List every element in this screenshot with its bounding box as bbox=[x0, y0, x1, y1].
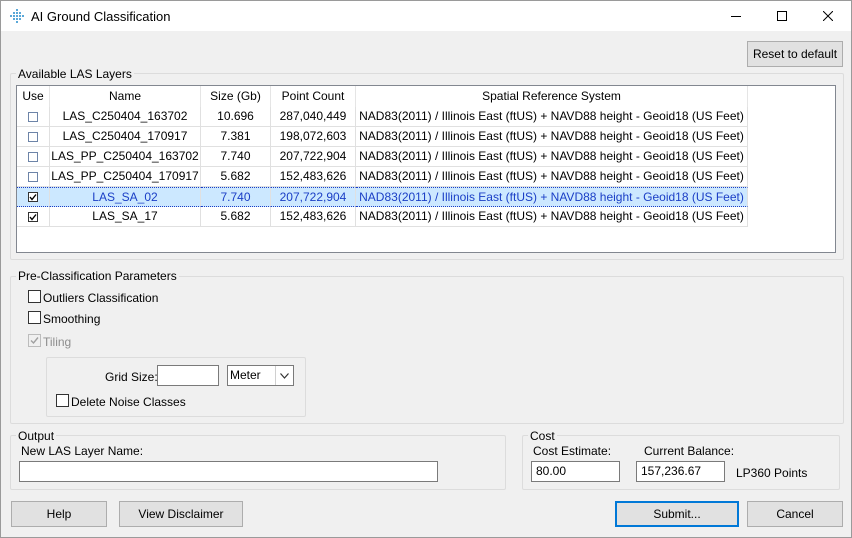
use-checkbox[interactable] bbox=[28, 192, 38, 202]
use-checkbox[interactable] bbox=[28, 151, 38, 162]
layers-table[interactable]: Use Name Size (Gb) Point Count Spatial R… bbox=[16, 85, 836, 253]
unit-select-value: Meter bbox=[230, 368, 261, 382]
use-checkbox[interactable] bbox=[28, 171, 38, 182]
cost-estimate-field: 80.00 bbox=[531, 461, 620, 482]
column-header-size[interactable]: Size (Gb) bbox=[201, 86, 271, 107]
table-row[interactable]: LAS_PP_C250404_170917 5.682 152,483,626 … bbox=[17, 167, 748, 187]
view-disclaimer-button[interactable]: View Disclaimer bbox=[119, 501, 243, 527]
srs-cell: NAD83(2011) / Illinois East (ftUS) + NAV… bbox=[356, 207, 748, 227]
layer-name-cell: LAS_SA_02 bbox=[50, 187, 201, 207]
point-count-cell: 207,722,904 bbox=[271, 147, 356, 167]
balance-label: Current Balance: bbox=[644, 444, 735, 458]
cost-estimate-label: Cost Estimate: bbox=[533, 444, 612, 458]
size-cell: 5.682 bbox=[201, 167, 271, 187]
submit-button[interactable]: Submit... bbox=[615, 501, 739, 527]
outliers-label: Outliers Classification bbox=[43, 291, 159, 305]
points-unit-label: LP360 Points bbox=[736, 466, 808, 480]
preclass-group-label: Pre-Classification Parameters bbox=[16, 269, 179, 283]
chevron-down-icon bbox=[275, 366, 293, 385]
size-cell: 5.682 bbox=[201, 207, 271, 227]
column-header-use[interactable]: Use bbox=[17, 86, 50, 107]
table-row[interactable]: LAS_C250404_163702 10.696 287,040,449 NA… bbox=[17, 107, 748, 127]
srs-cell: NAD83(2011) / Illinois East (ftUS) + NAV… bbox=[356, 147, 748, 167]
layer-name-cell: LAS_PP_C250404_170917 bbox=[50, 167, 201, 187]
maximize-button[interactable] bbox=[759, 1, 805, 31]
layer-name-label: New LAS Layer Name: bbox=[21, 444, 144, 458]
grid-size-input[interactable] bbox=[157, 365, 219, 386]
column-header-filler bbox=[748, 86, 835, 107]
table-row-selected[interactable]: LAS_SA_02 7.740 207,722,904 NAD83(2011) … bbox=[17, 187, 748, 207]
smoothing-checkbox[interactable] bbox=[28, 311, 41, 324]
use-checkbox[interactable] bbox=[28, 211, 38, 222]
point-count-cell: 152,483,626 bbox=[271, 167, 356, 187]
checkmark-icon bbox=[29, 213, 37, 221]
table-header: Use Name Size (Gb) Point Count Spatial R… bbox=[17, 86, 835, 107]
delete-noise-checkbox[interactable] bbox=[56, 394, 69, 407]
table-row[interactable]: LAS_SA_17 5.682 152,483,626 NAD83(2011) … bbox=[17, 207, 748, 227]
size-cell: 7.740 bbox=[201, 147, 271, 167]
size-cell: 10.696 bbox=[201, 107, 271, 127]
app-logo-icon bbox=[9, 8, 25, 24]
delete-noise-label: Delete Noise Classes bbox=[71, 395, 186, 409]
title-bar: AI Ground Classification bbox=[1, 1, 851, 31]
column-header-point-count[interactable]: Point Count bbox=[271, 86, 356, 107]
window-title: AI Ground Classification bbox=[31, 9, 171, 24]
minimize-icon bbox=[731, 16, 741, 17]
cost-group-label: Cost bbox=[528, 429, 557, 443]
srs-cell: NAD83(2011) / Illinois East (ftUS) + NAV… bbox=[356, 127, 748, 147]
help-button[interactable]: Help bbox=[11, 501, 107, 527]
close-icon bbox=[823, 11, 833, 21]
column-header-name[interactable]: Name bbox=[50, 86, 201, 107]
checkmark-icon bbox=[29, 194, 37, 201]
outliers-checkbox[interactable] bbox=[28, 290, 41, 303]
column-header-srs[interactable]: Spatial Reference System bbox=[356, 86, 748, 107]
cancel-button[interactable]: Cancel bbox=[747, 501, 843, 527]
layer-name-cell: LAS_C250404_170917 bbox=[50, 127, 201, 147]
tiling-checkbox[interactable] bbox=[28, 334, 41, 347]
layer-name-input[interactable] bbox=[19, 461, 438, 482]
srs-cell: NAD83(2011) / Illinois East (ftUS) + NAV… bbox=[356, 107, 748, 127]
grid-size-label: Grid Size: bbox=[105, 370, 158, 384]
close-button[interactable] bbox=[805, 1, 851, 31]
minimize-button[interactable] bbox=[713, 1, 759, 31]
point-count-cell: 287,040,449 bbox=[271, 107, 356, 127]
size-cell: 7.740 bbox=[201, 187, 271, 207]
size-cell: 7.381 bbox=[201, 127, 271, 147]
maximize-icon bbox=[777, 11, 787, 21]
srs-cell: NAD83(2011) / Illinois East (ftUS) + NAV… bbox=[356, 187, 748, 207]
srs-cell: NAD83(2011) / Illinois East (ftUS) + NAV… bbox=[356, 167, 748, 187]
layer-name-cell: LAS_C250404_163702 bbox=[50, 107, 201, 127]
table-row[interactable]: LAS_PP_C250404_163702 7.740 207,722,904 … bbox=[17, 147, 748, 167]
reset-to-default-button[interactable]: Reset to default bbox=[747, 41, 843, 67]
tiling-label: Tiling bbox=[43, 335, 72, 349]
layers-group-label: Available LAS Layers bbox=[16, 67, 134, 81]
point-count-cell: 207,722,904 bbox=[271, 187, 356, 207]
dialog-window: AI Ground Classification Reset to defaul… bbox=[0, 0, 852, 538]
point-count-cell: 198,072,603 bbox=[271, 127, 356, 147]
layer-name-cell: LAS_PP_C250404_163702 bbox=[50, 147, 201, 167]
layer-name-cell: LAS_SA_17 bbox=[50, 207, 201, 227]
balance-field: 157,236.67 bbox=[636, 461, 725, 482]
point-count-cell: 152,483,626 bbox=[271, 207, 356, 227]
use-checkbox[interactable] bbox=[28, 111, 38, 122]
checkmark-icon bbox=[30, 337, 39, 345]
output-group-label: Output bbox=[16, 429, 57, 443]
smoothing-label: Smoothing bbox=[43, 312, 101, 326]
unit-select[interactable]: Meter bbox=[227, 365, 294, 386]
use-checkbox[interactable] bbox=[28, 131, 38, 142]
table-row[interactable]: LAS_C250404_170917 7.381 198,072,603 NAD… bbox=[17, 127, 748, 147]
